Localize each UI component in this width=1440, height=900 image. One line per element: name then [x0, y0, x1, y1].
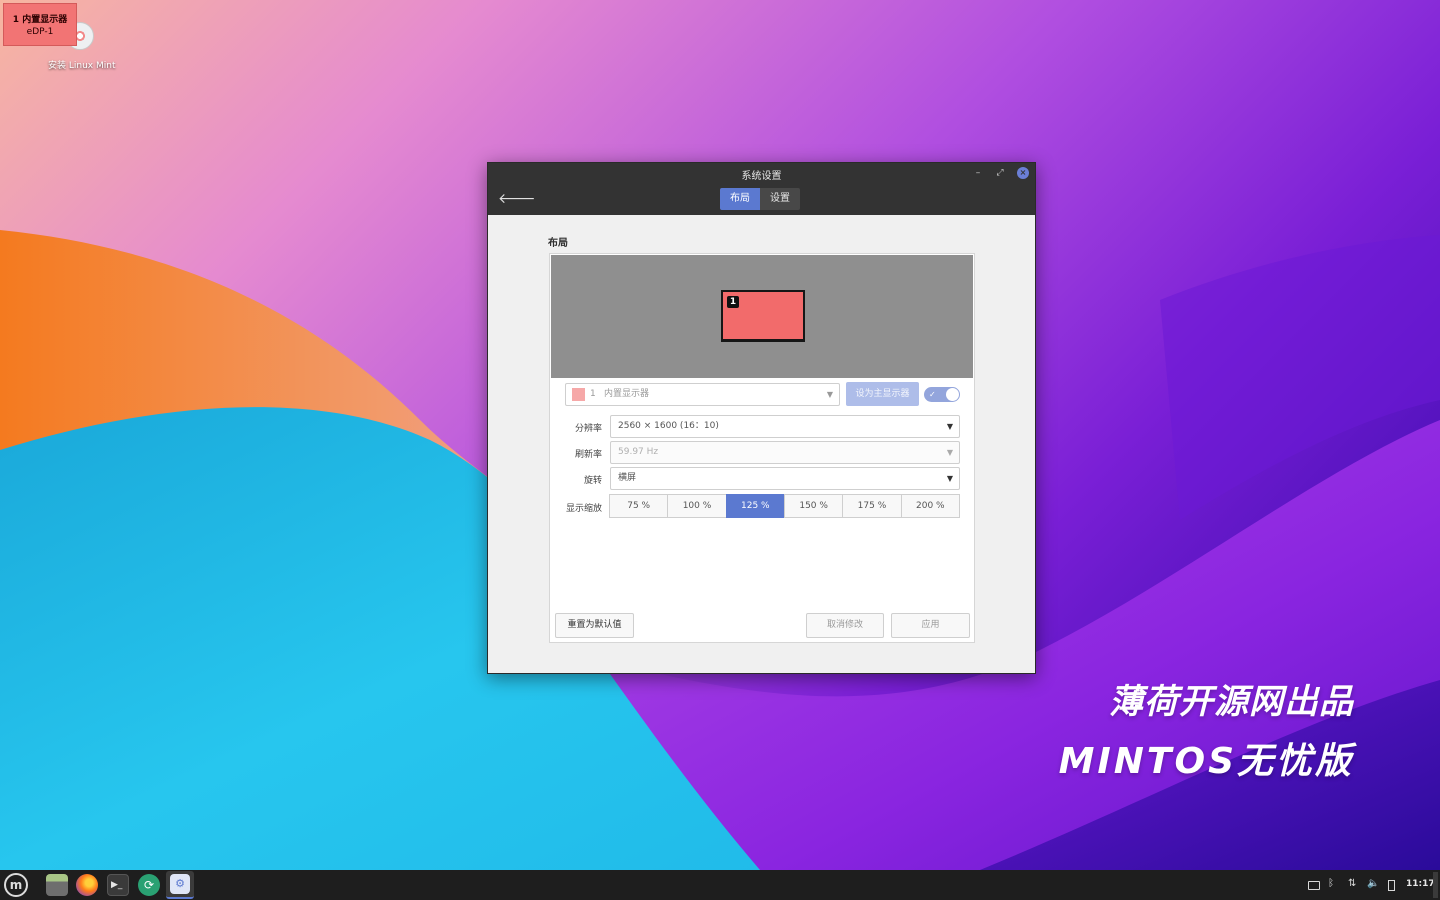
files-icon[interactable]: [46, 874, 68, 896]
monitor-select-number: 1: [590, 389, 596, 399]
osd-number: 1: [12, 15, 20, 25]
scale-option-150[interactable]: 150 %: [783, 494, 844, 518]
refresh-rate-label: 刷新率: [574, 450, 602, 460]
osd-name: 内置显示器: [22, 15, 68, 25]
maximize-icon[interactable]: ⤢: [994, 167, 1006, 179]
minimize-icon[interactable]: –: [972, 167, 984, 179]
close-icon[interactable]: ×: [1017, 167, 1029, 179]
caret-down-icon: ▼: [946, 474, 953, 483]
cancel-changes-button[interactable]: 取消修改: [806, 613, 884, 638]
tab-settings[interactable]: 设置: [760, 188, 800, 210]
caret-down-icon: ▼: [946, 448, 953, 457]
resolution-dropdown[interactable]: 2560 × 1600 (16：10) ▼: [610, 415, 960, 438]
watermark-line-2: MINTOS无忧版: [1058, 741, 1354, 782]
back-arrow-icon[interactable]: 🡐: [498, 190, 536, 207]
view-switcher: 布局 设置: [720, 188, 800, 210]
watermark-line-1: 薄荷开源网出品: [1109, 682, 1354, 722]
toggle-knob: [946, 388, 959, 401]
monitor-color-swatch: [572, 388, 585, 401]
chevron-down-icon: ▼: [826, 390, 833, 399]
refresh-rate-value: 59.97 Hz: [618, 447, 659, 457]
monitor-select-name: 内置显示器: [604, 389, 650, 399]
rotation-dropdown[interactable]: 横屏 ▼: [610, 467, 960, 490]
desktop-icon-label: 安装 Linux Mint: [48, 61, 116, 71]
monitor-select-dropdown[interactable]: 1 内置显示器 ▼: [565, 383, 840, 406]
set-primary-button[interactable]: 设为主显示器: [846, 382, 919, 406]
system-settings-icon[interactable]: ⚙: [166, 871, 194, 899]
monitor-number-badge: 1: [727, 296, 739, 308]
show-desktop-button[interactable]: [1433, 872, 1438, 898]
apply-button[interactable]: 应用: [891, 613, 970, 638]
reset-to-default-button[interactable]: 重置为默认值: [555, 613, 634, 638]
rotation-label: 旋转: [583, 476, 602, 486]
tab-layout[interactable]: 布局: [720, 188, 760, 210]
display-identify-osd: 1 内置显示器 eDP-1: [3, 3, 77, 46]
caret-down-icon: ▼: [946, 422, 953, 431]
window-titlebar[interactable]: 系统设置 – ⤢ × 🡐 布局 设置: [488, 163, 1035, 215]
settings-app-glyph: ⚙: [170, 874, 190, 894]
scale-option-100[interactable]: 100 %: [667, 494, 727, 518]
scale-button-group: 75 % 100 % 125 % 150 % 175 % 200 %: [609, 494, 960, 518]
refresh-rate-dropdown[interactable]: 59.97 Hz ▼: [610, 441, 960, 464]
section-title-layout: 布局: [548, 238, 568, 249]
terminal-icon[interactable]: ▶_: [107, 874, 129, 896]
monitor-tile-1[interactable]: 1: [721, 290, 805, 342]
scale-option-75[interactable]: 75 %: [609, 494, 669, 518]
taskbar: m ▶_ ⟳ ⚙ ᛒ ⇅ 🔈 11:17: [0, 870, 1440, 900]
scale-option-200[interactable]: 200 %: [900, 494, 960, 518]
scale-option-175[interactable]: 175 %: [842, 494, 902, 518]
mint-menu-icon[interactable]: m: [4, 873, 28, 897]
monitor-enabled-toggle[interactable]: ✓: [924, 387, 960, 402]
layout-panel: 1 1 内置显示器 ▼ 设为主显示器 ✓ 分辨率 2560 × 1600 (16…: [549, 253, 975, 643]
check-icon: ✓: [929, 390, 936, 399]
resolution-label: 分辨率: [574, 424, 602, 434]
firefox-icon[interactable]: [76, 874, 98, 896]
osd-connector: eDP-1: [26, 27, 54, 37]
rotation-value: 横屏: [618, 473, 637, 483]
volume-icon[interactable]: 🔈: [1367, 878, 1379, 889]
scale-option-125[interactable]: 125 %: [725, 494, 785, 518]
monitor-arrangement-canvas[interactable]: 1: [551, 255, 973, 378]
keyboard-icon[interactable]: [1308, 881, 1320, 890]
resolution-value: 2560 × 1600 (16：10): [618, 421, 719, 431]
battery-icon[interactable]: [1388, 880, 1395, 891]
bluetooth-icon[interactable]: ᛒ: [1328, 878, 1334, 889]
clock[interactable]: 11:17: [1406, 879, 1435, 889]
update-manager-icon[interactable]: ⟳: [138, 874, 160, 896]
network-icon[interactable]: ⇅: [1348, 878, 1356, 889]
scale-label: 显示缩放: [565, 504, 602, 514]
window-title: 系统设置: [741, 171, 782, 182]
display-settings-window: 系统设置 – ⤢ × 🡐 布局 设置 布局 1 1 内置显示器 ▼ 设为主显示器…: [487, 162, 1036, 674]
